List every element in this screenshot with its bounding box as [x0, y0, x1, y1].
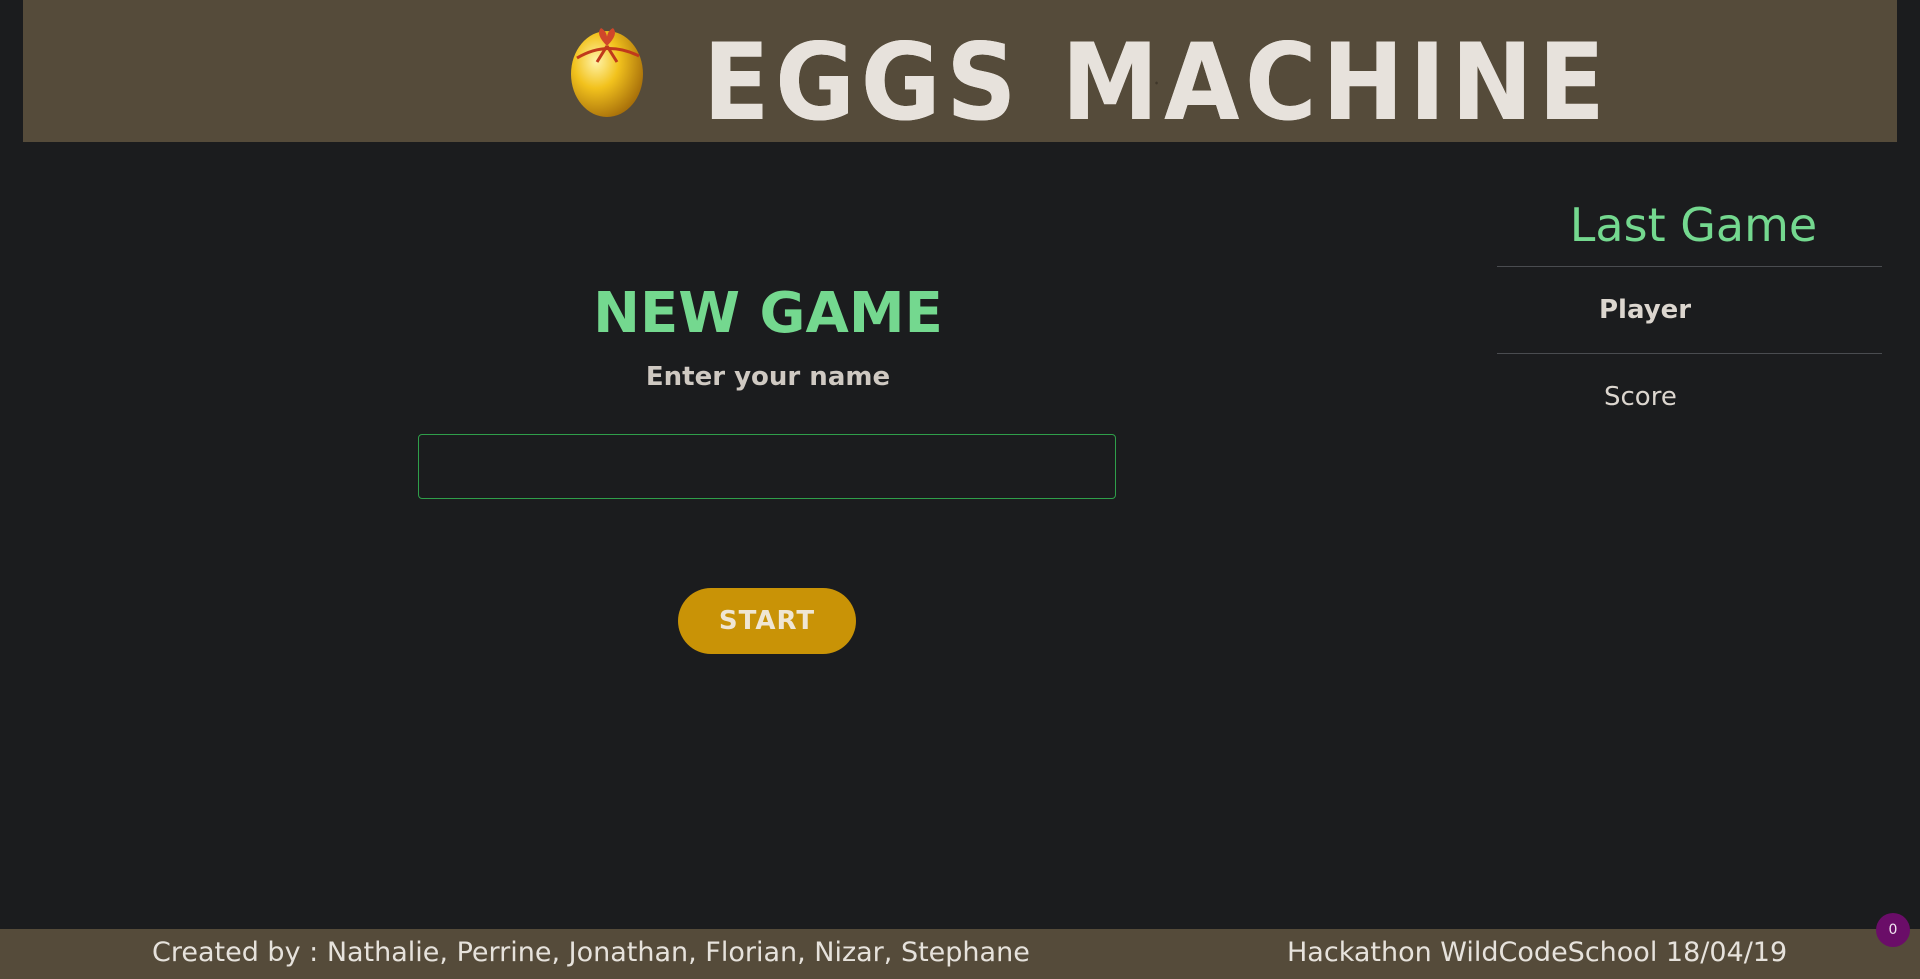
name-label: Enter your name: [645, 362, 891, 392]
new-game-title: NEW GAME: [593, 281, 943, 346]
score-label: Score: [1497, 353, 1882, 440]
start-button[interactable]: START: [678, 588, 856, 654]
footer-credits: Created by : Nathalie, Perrine, Jonathan…: [152, 937, 1030, 968]
golden-egg-icon: [571, 28, 643, 117]
footer: Created by : Nathalie, Perrine, Jonathan…: [0, 929, 1920, 979]
player-header: Player: [1497, 266, 1882, 354]
footer-event: Hackathon WildCodeSchool 18/04/19: [1287, 937, 1788, 968]
app-title: EGGS MACHINE: [703, 21, 1611, 144]
header-banner: EGGS MACHINE: [23, 0, 1897, 142]
page: EGGS MACHINE NEW GAME Enter your name ST…: [0, 0, 1920, 979]
new-game-panel: NEW GAME Enter your name: [418, 278, 1118, 394]
last-game-panel: Last Game Player Score: [1497, 190, 1882, 440]
notification-badge[interactable]: 0: [1876, 913, 1910, 947]
last-game-table: Player Score: [1497, 266, 1882, 440]
table-row: Player: [1497, 266, 1882, 354]
last-game-title: Last Game: [1569, 198, 1818, 252]
player-name-input[interactable]: [418, 434, 1116, 499]
table-row: Score: [1497, 353, 1882, 440]
